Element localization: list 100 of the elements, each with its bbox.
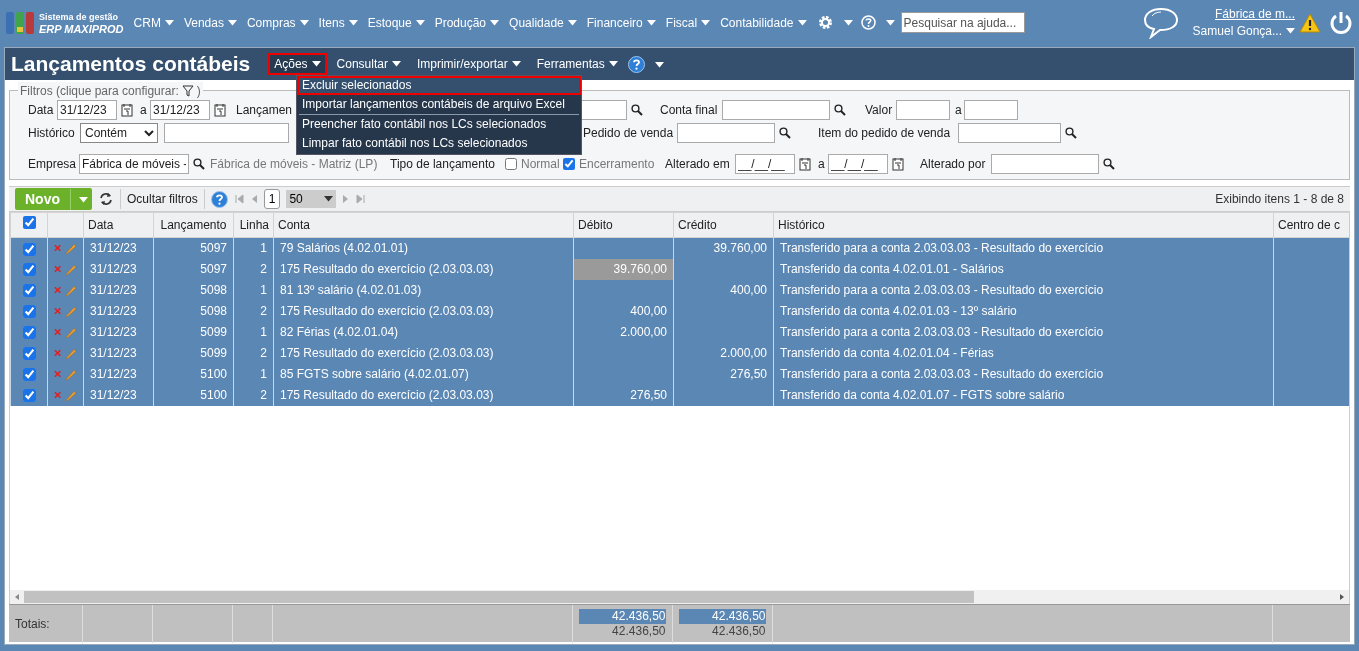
table-row[interactable]: 31/12/23 5097 1 79 Salários (4.02.01.01) 39.760,00 Transferido para a conta 2.03.03.03 - Resultado do exercício [10, 237, 1349, 259]
search-icon[interactable] [193, 158, 205, 170]
column-header[interactable]: Crédito [673, 212, 774, 238]
nav-menu[interactable]: Estoque [367, 13, 425, 32]
nav-menu[interactable]: Qualidade [509, 13, 577, 32]
input-field[interactable]: 31/12/23 [150, 100, 210, 120]
filter-icon[interactable] [181, 85, 194, 97]
nav-menu[interactable]: Fiscal [665, 13, 711, 32]
row-checkbox[interactable] [22, 326, 36, 340]
last-page-icon[interactable] [356, 194, 367, 204]
help-icon[interactable] [210, 190, 228, 208]
dropdown-item[interactable]: Limpar fato contábil nos LCs selecionados [297, 134, 581, 153]
toolbar-menu[interactable]: Ações [268, 53, 327, 75]
row-checkbox[interactable] [22, 284, 36, 298]
search-icon[interactable] [779, 127, 791, 139]
dropdown-item[interactable]: Excluir selecionados [297, 76, 581, 95]
filters-legend[interactable]: Filtros (clique para configurar: [20, 82, 179, 100]
table-row[interactable]: 31/12/23 5098 2 175 Resultado do exercício (2.03.03.03) 400,00 Transferido da conta 4.02.01.03 - 13º salário [10, 300, 1349, 322]
company-link[interactable]: Fábrica de m... [1214, 5, 1295, 23]
table-cell: 2 [233, 300, 274, 322]
input-field[interactable] [677, 123, 775, 143]
page-size-select[interactable]: 50 [286, 190, 337, 208]
input-field[interactable]: __/__/__ [735, 154, 795, 174]
input-field[interactable] [964, 100, 1018, 120]
table-row[interactable]: 31/12/23 5099 2 175 Resultado do exercício (2.03.03.03) 2.000,00 Transferido da conta 4.02.01.04 - Férias [10, 342, 1349, 364]
table-cell: 2.000,00 [673, 342, 774, 364]
calendar-icon[interactable] [214, 103, 226, 117]
table-row[interactable]: 31/12/23 5100 2 175 Resultado do exercício (2.03.03.03) 276,50 Transferido da conta 4.02.01.07 - FGTS sobre salário [10, 384, 1349, 406]
dropdown-item[interactable]: Preencher fato contábil nos LCs selecionados [297, 115, 581, 134]
column-header[interactable]: Conta [273, 212, 574, 238]
row-checkbox[interactable] [22, 242, 36, 256]
table-cell: 31/12/23 [83, 237, 154, 259]
row-checkbox[interactable] [22, 368, 36, 382]
toolbar-menu[interactable]: Consultar [330, 53, 407, 75]
calendar-icon[interactable] [121, 103, 133, 117]
table-cell: 31/12/23 [83, 321, 154, 343]
column-header[interactable]: Data [83, 212, 154, 238]
input-field[interactable]: 31/12/23 [57, 100, 117, 120]
nav-menu[interactable]: Itens [318, 13, 358, 32]
hide-filters-button[interactable]: Ocultar filtros [127, 190, 198, 208]
page-number-field[interactable]: 1 [263, 189, 281, 209]
input-field[interactable] [580, 100, 627, 120]
nav-menu[interactable]: CRM [133, 13, 174, 32]
checkbox[interactable] [505, 158, 517, 170]
input-field[interactable]: Fábrica de móveis - [79, 154, 189, 174]
select-all-checkbox[interactable] [22, 216, 36, 229]
column-header[interactable]: Centro de c [1273, 212, 1349, 238]
checkbox[interactable] [563, 158, 575, 170]
filters-legend-end: ) [196, 83, 201, 100]
power-icon[interactable] [1329, 10, 1353, 35]
toolbar-menu[interactable]: Ferramentas [530, 53, 624, 75]
table-row[interactable]: 31/12/23 5097 2 175 Resultado do exercício (2.03.03.03) 39.760,00 Transferido da conta 4.02.01.01 - Salários [10, 258, 1349, 280]
horizontal-scrollbar[interactable] [10, 590, 1349, 604]
help-icon[interactable] [627, 55, 645, 73]
field-label: Lançamen [236, 102, 293, 119]
column-header[interactable]: Débito [573, 212, 674, 238]
nav-menu[interactable]: Contabilidade [720, 13, 807, 32]
field-label: Alterado por [920, 156, 986, 173]
row-checkbox[interactable] [22, 389, 36, 403]
toolbar-menu[interactable]: Imprimir/exportar [410, 53, 527, 75]
refresh-icon[interactable] [98, 192, 114, 206]
input-field[interactable] [991, 154, 1099, 174]
caret-icon [1286, 28, 1295, 34]
checkbox-label: Normal [521, 156, 560, 173]
nav-menu[interactable]: Financeiro [586, 13, 656, 32]
nav-menu[interactable]: Compras [246, 13, 309, 32]
user-menu[interactable]: Samuel Gonça... [1192, 22, 1295, 40]
table-row[interactable]: 31/12/23 5098 1 81 13º salário (4.02.01.03) 400,00 Transferido para a conta 2.03.03.03 - Resultado do exercício [10, 279, 1349, 301]
settings-icon[interactable] [816, 14, 834, 31]
input-field[interactable] [164, 123, 289, 143]
search-icon[interactable] [631, 104, 643, 116]
row-checkbox[interactable] [22, 347, 36, 361]
dropdown-item[interactable]: Importar lançamentos contábeis de arquivo Excel [297, 95, 581, 114]
table-row[interactable]: 31/12/23 5099 1 82 Férias (4.02.01.04) 2.000,00 Transferido para a conta 2.03.03.03 - Resultado do exercício [10, 321, 1349, 343]
table-cell: 31/12/23 [83, 279, 154, 301]
chat-icon[interactable] [1142, 6, 1179, 39]
row-checkbox[interactable] [22, 263, 36, 277]
nav-menu[interactable]: Vendas [183, 13, 237, 32]
input-field[interactable] [722, 100, 830, 120]
input-field[interactable]: __/__/__ [828, 154, 888, 174]
condition-select[interactable]: Contém [80, 123, 158, 143]
search-icon[interactable] [1065, 127, 1077, 139]
table-cell: 5100 [153, 363, 234, 385]
warning-icon[interactable] [1299, 12, 1321, 33]
table-cell: 1 [233, 237, 274, 259]
column-header[interactable]: Histórico [773, 212, 1274, 238]
row-checkbox[interactable] [22, 305, 36, 319]
first-page-icon[interactable] [233, 194, 244, 204]
calendar-icon[interactable] [892, 157, 904, 171]
calendar-icon[interactable] [799, 157, 811, 171]
column-header[interactable]: Linha [233, 212, 274, 238]
input-field[interactable] [896, 100, 950, 120]
nav-menu[interactable]: Produção [434, 13, 500, 32]
table-row[interactable]: 31/12/23 5100 1 85 FGTS sobre salário (4.02.01.07) 276,50 Transferido para a conta 2.03.03.03 - Resultado do exercício [10, 363, 1349, 385]
field-label: Item do pedido de venda [818, 125, 951, 142]
input-field[interactable] [958, 123, 1061, 143]
search-icon[interactable] [834, 104, 846, 116]
search-icon[interactable] [1103, 158, 1115, 170]
help-search-field[interactable]: Pesquisar na ajuda... [900, 12, 1025, 33]
column-header[interactable]: Lançamento [153, 212, 234, 238]
